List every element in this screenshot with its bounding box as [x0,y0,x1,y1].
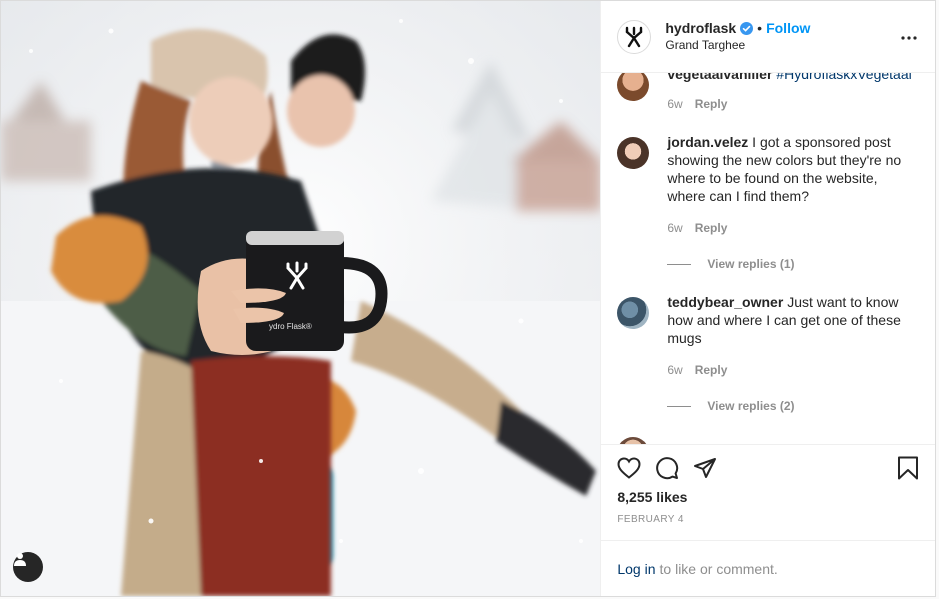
comment-button[interactable] [655,456,679,480]
hydroflask-logo-icon [626,26,643,47]
view-replies-button[interactable]: View replies (1) [667,257,919,271]
view-replies-label: View replies (2) [707,399,795,413]
save-button[interactable] [897,456,919,480]
likes-count[interactable]: 8,255 likes [617,489,919,505]
comment-hashtag[interactable]: #HydroflaskxVegetaal [776,73,911,82]
replies-divider-line [667,263,692,265]
comment-username[interactable]: jordan.velez [667,134,748,150]
commenter-avatar[interactable] [617,137,650,169]
follow-button[interactable]: Follow [766,20,810,37]
post-header: hydroflask • Follow Grand Targhee [601,1,935,73]
tagged-users-button[interactable] [13,552,43,582]
post-side-panel: hydroflask • Follow Grand Targhee vegeta… [600,1,935,596]
action-bar [617,455,919,481]
bookmark-icon [898,456,918,480]
view-replies-label: View replies (1) [707,257,795,271]
share-button[interactable] [693,457,717,479]
comment-item: teddybear_owner Just want to know how an… [617,293,919,413]
more-options-button[interactable] [901,27,917,43]
comment-age: 6w [667,363,683,377]
commenter-avatar[interactable] [617,437,650,444]
commenter-avatar[interactable] [617,297,650,329]
login-link[interactable]: Log in [617,561,655,577]
send-icon [694,458,717,478]
post-location[interactable]: Grand Targhee [665,37,810,54]
comment-age: 6w [667,221,683,235]
comment-username[interactable]: vegetaalvanilier [667,73,772,82]
heart-icon [617,457,641,479]
like-button[interactable] [617,457,641,479]
post-date[interactable]: FEBRUARY 4 [617,514,919,525]
user-icon [14,553,26,566]
more-dots-icon [901,36,917,40]
replies-divider-line [667,405,692,407]
comment-item: jordan.velez I got a sponsored post show… [617,133,919,271]
separator-dot: • [757,19,763,36]
author-info: hydroflask • Follow Grand Targhee [665,20,810,54]
post-actions-area: 8,255 likes FEBRUARY 4 [601,444,935,540]
comment-bubble-icon [656,457,679,480]
mug-brand-text: ydro Flask® [269,322,312,331]
comments-list[interactable]: vegetaalvanilier #HydroflaskxVegetaal 6w… [601,73,935,444]
verified-badge-icon [740,21,754,35]
comment-item: vegetaalvanilier #HydroflaskxVegetaal 6w… [617,73,919,111]
reply-button[interactable]: Reply [695,363,728,377]
reply-button[interactable]: Reply [695,97,728,111]
comment-item [617,433,919,444]
login-prompt: Log in to like or comment. [601,540,935,596]
author-avatar[interactable] [617,19,652,54]
author-username[interactable]: hydroflask [665,20,736,37]
instagram-post: ydro Flask® hydroflask • Follow Grand Ta… [0,0,936,597]
post-photo[interactable]: ydro Flask® [1,1,601,596]
photo-illustration: ydro Flask® [1,1,601,596]
comment-age: 6w [667,97,683,111]
commenter-avatar[interactable] [617,73,650,101]
login-prompt-text: to like or comment. [659,560,778,577]
reply-button[interactable]: Reply [695,221,728,235]
comment-username[interactable]: teddybear_owner [667,294,783,310]
view-replies-button[interactable]: View replies (2) [667,399,919,413]
